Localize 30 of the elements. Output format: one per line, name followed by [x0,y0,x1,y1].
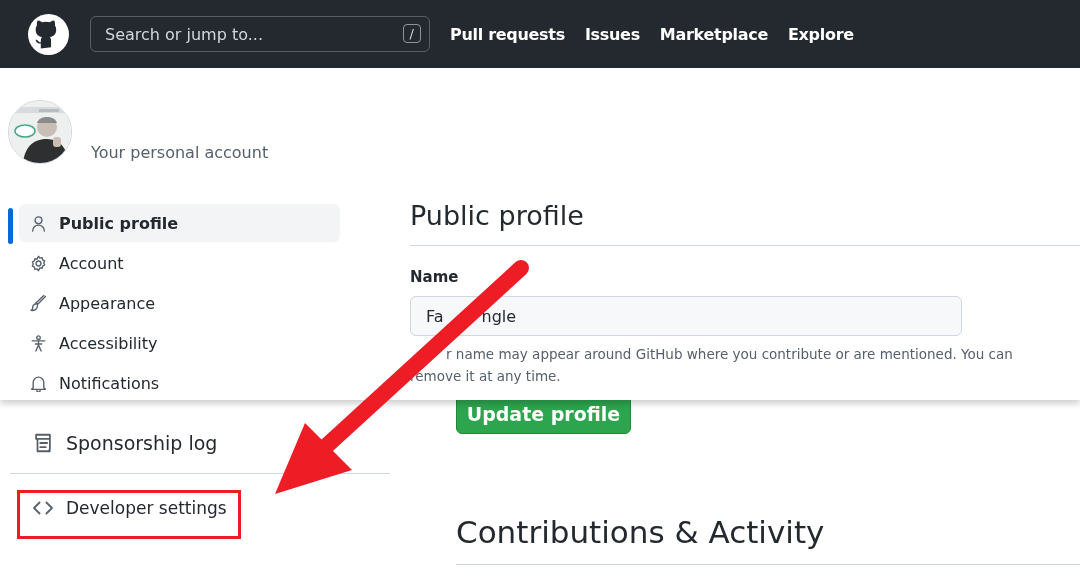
bell-icon [30,374,47,392]
figure-icon [30,334,47,352]
shortcut-key: / [402,24,421,43]
nav-link[interactable]: Pull requests [450,24,565,44]
sidebar-label[interactable]: Notifications [59,373,160,393]
scroll-icon [32,431,54,454]
selection-bar [8,208,13,244]
sidebar-item[interactable]: Account [19,244,340,282]
page-title: Public profile [410,199,585,233]
sidebar-label[interactable]: Developer settings [66,498,227,518]
sidebar-label[interactable]: Sponsorship log [66,431,218,454]
sidebar-item[interactable]: Notifications [19,364,340,402]
sidebar-label[interactable]: Accessibility [59,333,158,353]
nav-link[interactable]: Issues [584,24,640,44]
brush-icon [30,294,47,312]
field-label: Name [410,268,460,286]
sidebar-item[interactable]: Appearance [19,284,340,322]
sidebar-label[interactable]: Account [59,253,124,273]
nav-link[interactable]: Marketplace [659,24,768,44]
account-label: Your personal account [91,143,269,162]
sidebar-label[interactable]: Appearance [59,293,156,313]
gear-icon [30,254,47,272]
logo-icon[interactable] [28,13,69,55]
section-heading: Contributions & Activity [456,514,826,550]
sidebar-label[interactable]: Public profile [59,213,179,233]
nav-link[interactable]: Explore [787,24,854,44]
person-icon [30,214,47,232]
sidebar-item[interactable]: Accessibility [19,324,340,362]
sidebar-item[interactable]: Sponsorship log [10,425,390,460]
input-field[interactable]: Fa ngle [410,296,962,336]
